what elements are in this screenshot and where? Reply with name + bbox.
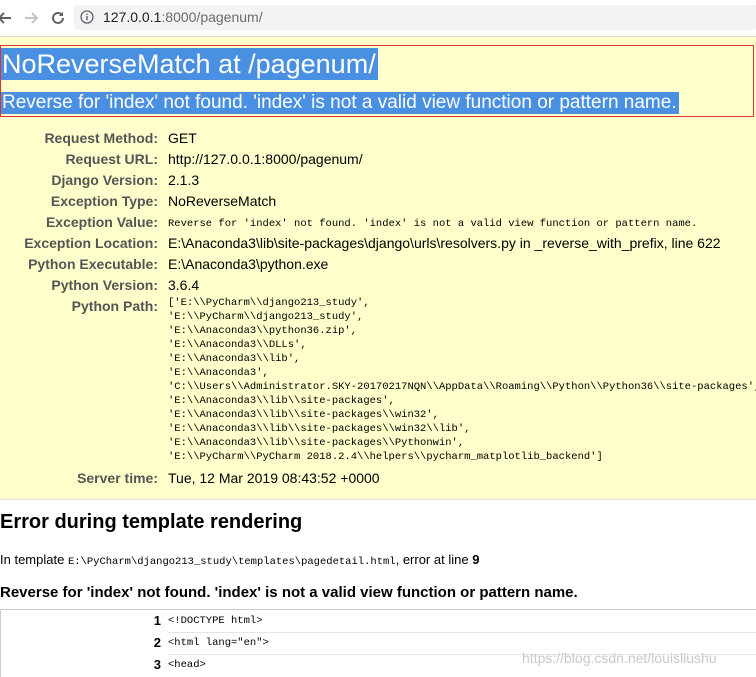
forward-arrow-icon[interactable] [20, 7, 42, 29]
meta-value: E:\Anaconda3\lib\site-packages\django\ur… [168, 235, 721, 251]
url-text[interactable]: 127.0.0.1:8000/pagenum/ [103, 9, 263, 26]
template-location-line: In template E:\PyCharm\django213_study\t… [0, 551, 479, 571]
meta-label: Exception Type: [50, 193, 158, 209]
url-path: :8000/pagenum/ [161, 9, 263, 25]
error-at-line-text: , error at line [395, 552, 473, 567]
python-path-entry: 'E:\\Anaconda3\\python36.zip', [168, 325, 358, 337]
python-path-entry: 'E:\\Anaconda3', [168, 367, 269, 379]
meta-label: Exception Value: [45, 214, 158, 230]
python-path-entry: 'E:\\Anaconda3\\lib\\site-packages\\win3… [168, 409, 439, 421]
back-arrow-icon[interactable] [0, 7, 16, 29]
meta-request-url: Request URL: http://127.0.0.1:8000/pagen… [0, 150, 756, 171]
error-summary: NoReverseMatch at /pagenum/ Reverse for … [0, 37, 756, 500]
python-path-entry: 'E:\\Anaconda3\\lib', [168, 353, 301, 365]
meta-value: http://127.0.0.1:8000/pagenum/ [168, 151, 363, 167]
python-path-entry: 'E:\\PyCharm\\django213_study', [168, 311, 364, 323]
meta-label: Server time: [77, 470, 158, 486]
meta-label: Request Method: [44, 130, 158, 146]
meta-value: Tue, 12 Mar 2019 08:43:52 +0000 [168, 470, 380, 486]
meta-label: Python Version: [51, 277, 158, 293]
meta-django-version: Django Version: 2.1.3 [0, 171, 756, 192]
line-number: 1 [153, 613, 161, 628]
meta-value: E:\Anaconda3\python.exe [168, 256, 329, 272]
meta-request-method: Request Method: GET [0, 129, 756, 150]
python-path-entry: 'C:\\Users\\Administrator.SKY-20170217NQ… [168, 381, 756, 393]
line-code: <html lang="en"> [168, 637, 269, 649]
address-bar[interactable]: 127.0.0.1:8000/pagenum/ [74, 5, 756, 30]
python-path-entry: ['E:\\PyCharm\\django213_study', [168, 297, 370, 309]
error-header: NoReverseMatch at /pagenum/ Reverse for … [0, 45, 754, 117]
meta-exception-value: Exception Value: Reverse for 'index' not… [0, 213, 756, 234]
meta-exception-location: Exception Location: E:\Anaconda3\lib\sit… [0, 234, 756, 255]
meta-value: 2.1.3 [168, 172, 200, 188]
watermark-text: https://blog.csdn.net/louisliushu [522, 650, 717, 666]
python-path-entry: 'E:\\Anaconda3\\lib\\site-packages\\Pyth… [168, 437, 465, 449]
line-number: 2 [153, 635, 161, 650]
meta-python-version: Python Version: 3.6.4 [0, 276, 756, 297]
template-path: E:\PyCharm\django213_study\templates\pag… [67, 556, 396, 568]
meta-value: 3.6.4 [168, 277, 200, 293]
reload-icon[interactable] [47, 7, 69, 29]
meta-label: Django Version: [51, 172, 158, 188]
browser-toolbar: 127.0.0.1:8000/pagenum/ [0, 0, 756, 37]
python-path-entry: 'E:\\Anaconda3\\lib\\site-packages\\win3… [168, 423, 471, 435]
line-code: <!DOCTYPE html> [168, 615, 263, 627]
error-line-number: 9 [472, 552, 480, 567]
line-code: <head> [168, 659, 206, 671]
template-error-message: Reverse for 'index' not found. 'index' i… [0, 584, 578, 601]
source-line: 1 <!DOCTYPE html> [1, 610, 756, 631]
template-prefix: In template [0, 552, 68, 567]
meta-exception-type: Exception Type: NoReverseMatch [0, 192, 756, 213]
meta-label: Python Path: [71, 298, 158, 314]
meta-server-time: Server time: Tue, 12 Mar 2019 08:43:52 +… [0, 469, 756, 490]
meta-label: Exception Location: [24, 235, 158, 251]
template-error-heading: Error during template rendering [0, 511, 303, 533]
meta-python-executable: Python Executable: E:\Anaconda3\python.e… [0, 255, 756, 276]
error-title: NoReverseMatch at /pagenum/ [1, 48, 378, 80]
meta-value: GET [168, 130, 197, 146]
meta-label: Request URL: [65, 151, 158, 167]
python-path-entry: 'E:\\PyCharm\\PyCharm 2018.2.4\\helpers\… [168, 451, 603, 463]
meta-value: NoReverseMatch [168, 193, 277, 209]
template-source: 1 <!DOCTYPE html> 2 <html lang="en"> 3 <… [0, 609, 756, 677]
meta-label: Python Executable: [28, 256, 158, 272]
url-host: 127.0.0.1 [103, 9, 162, 25]
error-message: Reverse for 'index' not found. 'index' i… [1, 92, 679, 114]
python-path-entry: 'E:\\Anaconda3\\DLLs', [168, 339, 307, 351]
meta-value: Reverse for 'index' not found. 'index' i… [168, 218, 698, 230]
info-icon[interactable] [80, 10, 94, 24]
line-number: 3 [153, 657, 161, 672]
python-path-list: ['E:\\PyCharm\\django213_study', 'E:\\Py… [168, 296, 756, 464]
python-path-entry: 'E:\\Anaconda3\\lib\\site-packages', [168, 395, 395, 407]
